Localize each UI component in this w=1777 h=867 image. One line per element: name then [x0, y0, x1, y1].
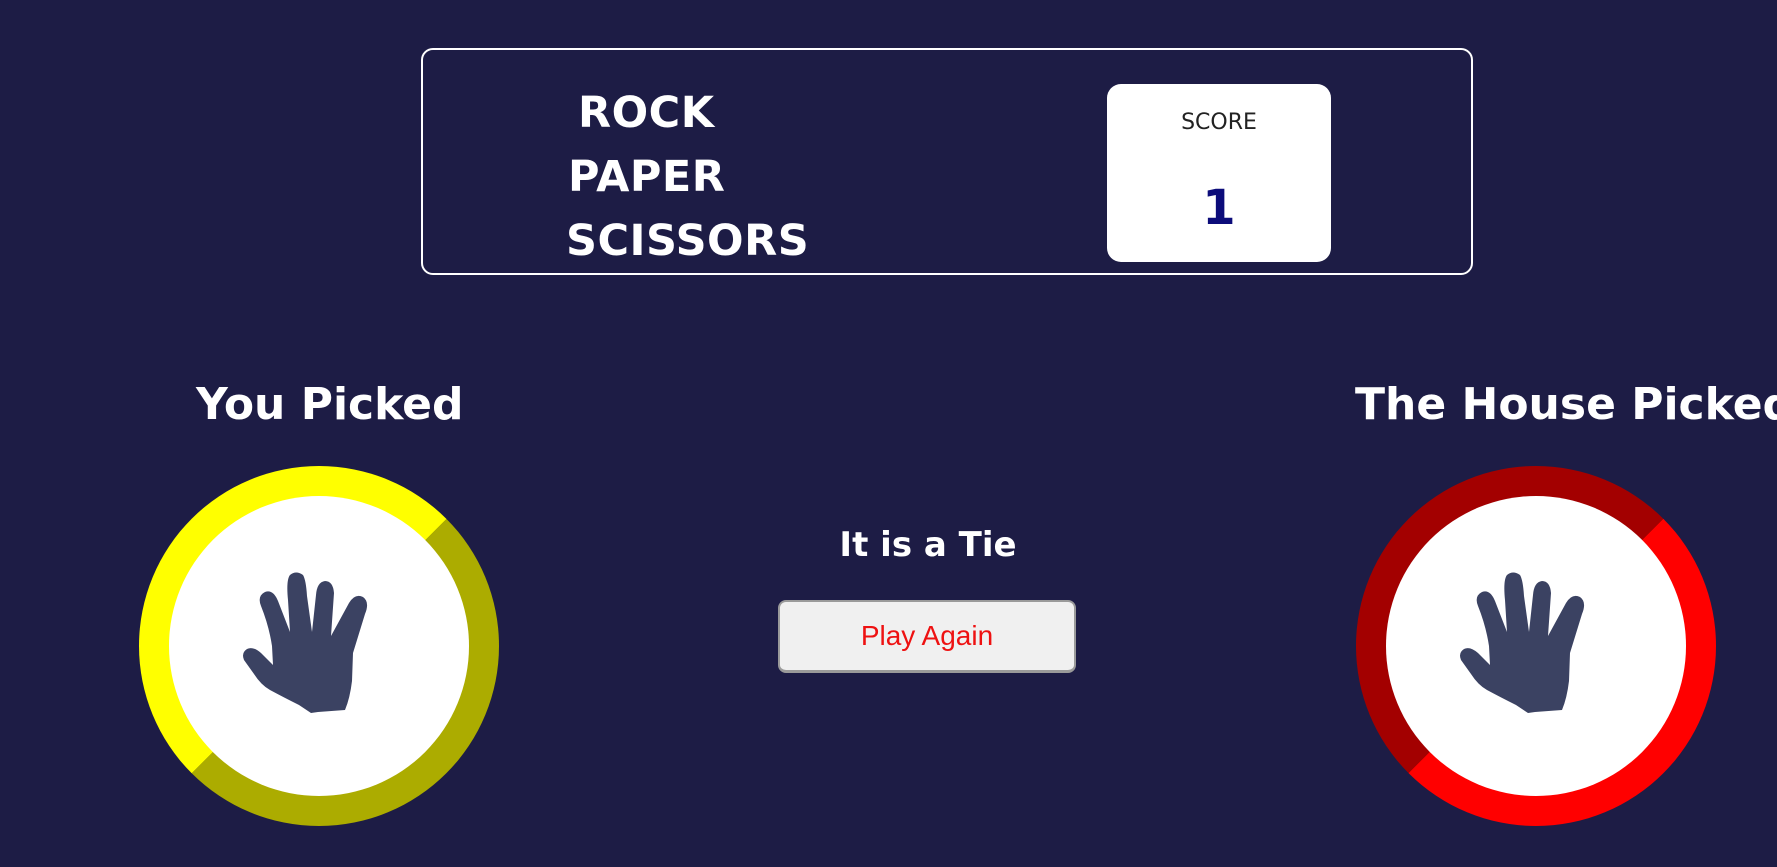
title-line-paper: PAPER [568, 152, 726, 202]
player-choice-inner [169, 496, 469, 796]
title-line-rock: ROCK [578, 88, 715, 138]
paper-hand-icon [1460, 572, 1585, 713]
house-choice-token [1356, 466, 1716, 826]
game-title: ROCK PAPER SCISSORS [423, 50, 923, 273]
play-again-button[interactable]: Play Again [778, 600, 1076, 673]
title-line-scissors: SCISSORS [566, 216, 810, 266]
score-label: SCORE [1181, 110, 1257, 135]
score-value: 1 [1202, 180, 1236, 236]
house-picked-label: The House Picked [1355, 379, 1777, 430]
paper-hand-icon [243, 572, 368, 713]
house-choice-inner [1386, 496, 1686, 796]
score-box: SCORE 1 [1107, 84, 1331, 262]
player-choice-token [139, 466, 499, 826]
result-message: It is a Tie [839, 525, 1017, 565]
you-picked-label: You Picked [196, 379, 464, 430]
game-header: ROCK PAPER SCISSORS SCORE 1 [421, 48, 1473, 275]
